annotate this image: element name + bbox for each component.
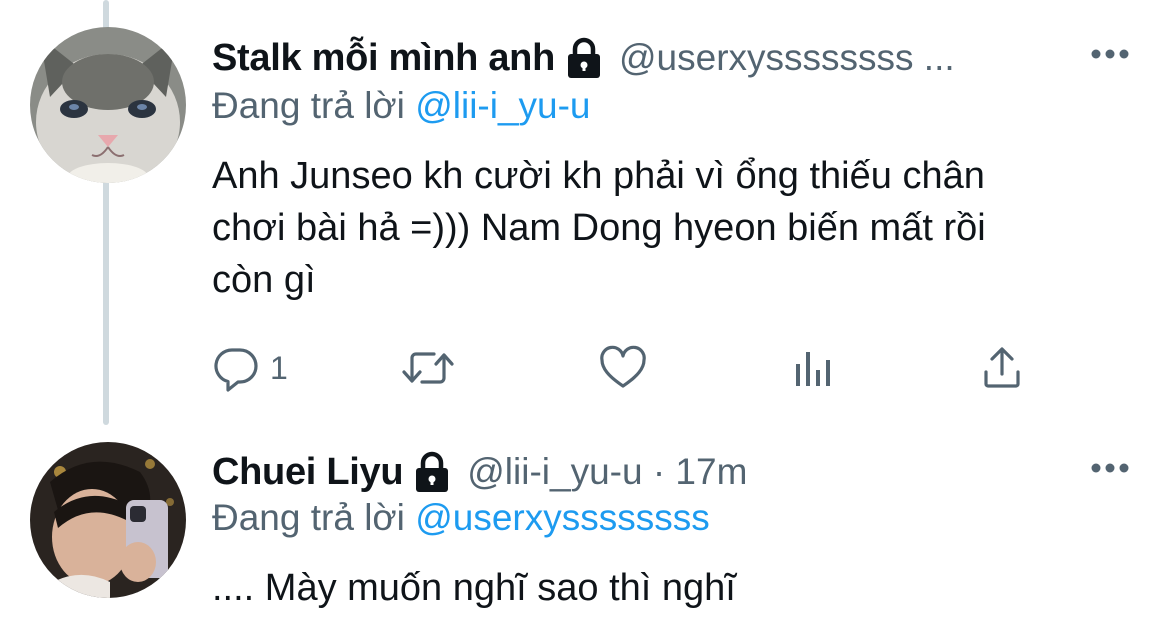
- tweet-text-line: chơi bài hả =))) Nam Dong hyeon biến mất…: [212, 207, 986, 249]
- like-button[interactable]: [598, 343, 648, 393]
- avatar[interactable]: [30, 27, 186, 183]
- mention-link[interactable]: @lii-i_yu-u: [415, 85, 590, 126]
- tweet-text: Anh Junseo kh cười kh phải vì ổng thiếu …: [212, 150, 1132, 306]
- tweet-chuei[interactable]: Chuei Liyu @lii-i_yu-u · 17m Đang trả lờ…: [0, 425, 1170, 637]
- tweet-text: .... Mày muốn nghĩ sao thì nghĩ: [212, 562, 1132, 614]
- retweet-icon: [400, 344, 456, 392]
- lock-icon: [413, 450, 451, 494]
- replying-to: Đang trả lời @lii-i_yu-u: [212, 85, 591, 127]
- tweet-text-line: còn gì: [212, 259, 316, 301]
- avatar[interactable]: [30, 442, 186, 598]
- more-icon[interactable]: [1090, 44, 1130, 64]
- mention-link[interactable]: @userxyssssssss: [415, 497, 710, 538]
- replying-to: Đang trả lời @userxyssssssss: [212, 497, 710, 539]
- reply-button[interactable]: 1: [212, 343, 288, 393]
- user-handle-timestamp[interactable]: @lii-i_yu-u · 17m: [467, 451, 747, 493]
- tweet-stalk[interactable]: Stalk mỗi mình anh @userxyssssssss ... Đ…: [0, 0, 1170, 425]
- tweet-text-line: .... Mày muốn nghĩ sao thì nghĩ: [212, 567, 736, 609]
- like-icon: [598, 344, 648, 392]
- tweet-header: Chuei Liyu @lii-i_yu-u · 17m: [212, 442, 747, 502]
- retweet-button[interactable]: [400, 343, 456, 393]
- analytics-button[interactable]: [790, 343, 834, 393]
- share-icon: [978, 344, 1026, 392]
- replying-label: Đang trả lời: [212, 497, 405, 538]
- share-button[interactable]: [978, 343, 1026, 393]
- display-name[interactable]: Stalk mỗi mình anh: [212, 37, 555, 80]
- lock-icon: [565, 36, 603, 80]
- reply-icon: [212, 344, 260, 392]
- more-icon[interactable]: [1090, 458, 1130, 478]
- action-bar: 1: [212, 343, 1062, 393]
- user-handle[interactable]: @userxyssssssss ...: [619, 37, 955, 79]
- replying-label: Đang trả lời: [212, 85, 405, 126]
- tweet-text-line: Anh Junseo kh cười kh phải vì ổng thiếu …: [212, 155, 985, 197]
- display-name[interactable]: Chuei Liyu: [212, 451, 404, 494]
- reply-count: 1: [270, 349, 288, 386]
- tweet-header: Stalk mỗi mình anh @userxyssssssss ...: [212, 28, 955, 88]
- analytics-icon: [790, 344, 834, 392]
